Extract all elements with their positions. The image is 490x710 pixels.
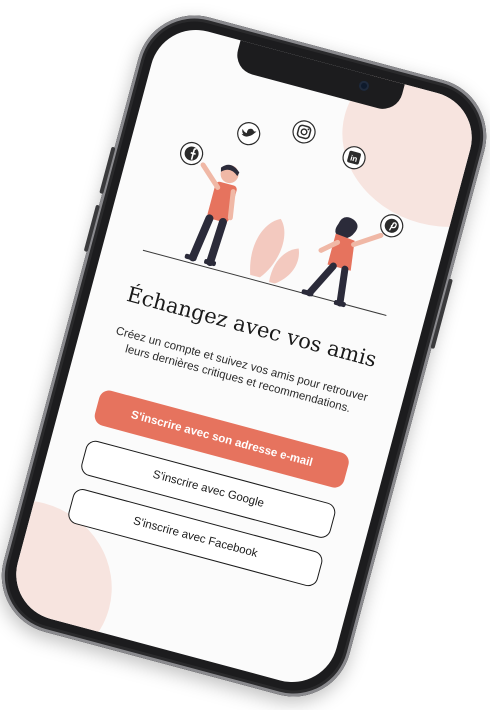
scene: in Échangez avec vos amis Créez un compt…: [0, 0, 490, 710]
facebook-icon: [180, 141, 204, 166]
camera-icon: [357, 79, 371, 92]
person-right: [301, 217, 384, 308]
instagram-icon: [292, 120, 316, 144]
linkedin-icon: in: [342, 146, 366, 170]
phone-mockup: in Échangez avec vos amis Créez un compt…: [0, 2, 490, 710]
twitter-icon: [237, 122, 261, 146]
phone-screen: in Échangez avec vos amis Créez un compt…: [5, 19, 483, 693]
person-left: [184, 162, 240, 267]
